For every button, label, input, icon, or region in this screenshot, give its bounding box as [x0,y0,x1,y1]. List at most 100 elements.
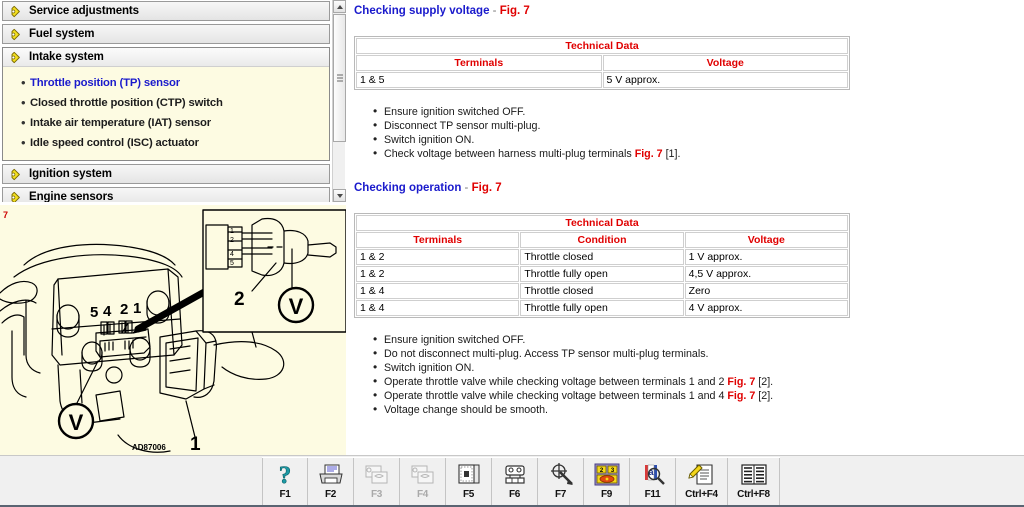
toolbar-button-f6[interactable]: F6 [492,458,538,505]
figure-number-label: 7 [3,210,8,220]
nav-group-body: •Throttle position (TP) sensor•Closed th… [3,66,329,160]
next-image-icon [409,462,437,487]
toolbar-button-label: F6 [509,489,520,500]
svg-text:2: 2 [120,301,128,318]
table-header-row: TerminalsVoltage [356,55,848,71]
svg-text:1: 1 [133,300,141,317]
section-heading-figure: Fig. 7 [472,182,502,194]
nav-group-label: Service adjustments [29,5,139,17]
toolbar-button-ctrl-f8[interactable]: Ctrl+F8 [728,458,780,505]
toolbar-icon-wrapper [739,461,769,488]
toolbar-button-f2[interactable]: F2 [308,458,354,505]
nav-group-fuel-system[interactable]: Fuel system [2,24,330,44]
table-caption: Technical Data [356,215,848,231]
navigation-tree[interactable]: Service adjustments Fuel system Intake sys… [0,0,346,202]
nav-group-header[interactable]: Engine sensors [3,188,329,202]
procedure-step: Operate throttle valve while checking vo… [384,376,1016,389]
toolbar-button-f5[interactable]: F5 [446,458,492,505]
nav-group-header[interactable]: Service adjustments [3,2,329,20]
figure-reference-link[interactable]: Fig. 7 [727,390,755,402]
step-text: Ensure ignition switched OFF. [384,106,525,118]
toolbar-button-f9[interactable]: 23F9 [584,458,630,505]
toolbar-icon-wrapper [687,461,717,488]
section-checking-supply-voltage: Checking supply voltage - Fig. 7 Technic… [354,5,1016,161]
color-images-icon: 23 [593,462,621,487]
callout-numbers: 5 4 2 1 [90,300,141,321]
nav-group-intake-system[interactable]: Intake system•Throttle position (TP) sen… [2,47,330,161]
toolbar-button-f1[interactable]: ?F1 [262,458,308,505]
nav-item-idle-speed-control-isc-actuator[interactable]: •Idle speed control (ISC) actuator [3,133,329,153]
toolbar-button-f11[interactable]: aF11 [630,458,676,505]
bullet-icon: • [21,73,30,92]
scrollbar-thumb[interactable] [333,14,346,142]
section-heading-title: Checking operation [354,182,461,194]
toolbar-button-label: Ctrl+F4 [685,489,718,500]
table-cell: 4 V approx. [685,300,848,316]
section-heading-dash: - [461,182,471,194]
table-row: 1 & 55 V approx. [356,72,848,88]
voltmeter-symbol-main: V [59,404,93,438]
bullet-icon: • [21,113,30,132]
help-question-icon: ? [271,462,299,487]
step-text-tail: [1]. [663,148,681,160]
table-cell: Throttle closed [520,283,683,299]
table-cell: Throttle fully open [520,266,683,282]
svg-text:V: V [69,410,84,435]
navigation-scrollbar[interactable] [332,0,345,202]
illustration-drawing: 5 4 2 1 1 2 4 5 2 1 [0,205,346,455]
nav-item-throttle-position-tp-sensor[interactable]: •Throttle position (TP) sensor [3,73,329,93]
procedure-step: Check voltage between harness multi-plug… [384,148,1016,161]
illustration-code-label: AD87006 [132,443,166,452]
nav-group-service-adjustments[interactable]: Service adjustments [2,1,330,21]
left-column: Service adjustments Fuel system Intake sys… [0,0,346,455]
nav-group-header[interactable]: Fuel system [3,25,329,43]
table-row: 1 & 2Throttle closed1 V approx. [356,249,848,265]
scroll-down-button[interactable] [333,189,346,202]
yellow-diamond-icon [9,51,22,64]
content-pane: Checking supply voltage - Fig. 7 Technic… [346,0,1024,455]
nav-group-engine-sensors[interactable]: Engine sensors [2,187,330,202]
toolbar-button-ctrl-f4[interactable]: Ctrl+F4 [676,458,728,505]
procedure-step: Ensure ignition switched OFF. [384,106,1016,119]
toolbar-button-label: F2 [325,489,336,500]
nav-group-ignition-system[interactable]: Ignition system [2,164,330,184]
table-cell: 5 V approx. [603,72,849,88]
procedure-step: Disconnect TP sensor multi-plug. [384,120,1016,133]
nav-group-header[interactable]: Intake system [3,48,329,66]
nav-item-intake-air-temperature-iat-sensor[interactable]: •Intake air temperature (IAT) sensor [3,113,329,133]
scroll-up-button[interactable] [333,0,346,13]
table-column-header: Voltage [603,55,849,71]
table-cell: Throttle closed [520,249,683,265]
table-column-header: Condition [520,232,683,248]
bullet-icon: • [21,93,30,112]
procedure-steps-2: Ensure ignition switched OFF.Do not disc… [354,334,1016,417]
svg-text:4: 4 [103,303,112,320]
nav-item-label: Throttle position (TP) sensor [30,73,180,93]
nav-group-label: Ignition system [29,168,112,180]
toolbar-icon-wrapper [408,461,438,488]
toolbar-button-label: F11 [645,489,661,500]
table-caption-row: Technical Data [356,215,848,231]
nav-group-header[interactable]: Ignition system [3,165,329,183]
target-pointer-icon [547,462,575,487]
toolbar-icon-wrapper [362,461,392,488]
nav-item-closed-throttle-position-ctp-switch[interactable]: •Closed throttle position (CTP) switch [3,93,329,113]
table-caption-row: Technical Data [356,38,848,54]
figure-reference-link[interactable]: Fig. 7 [727,376,755,388]
step-text: Do not disconnect multi-plug. Access TP … [384,348,709,360]
technical-illustration[interactable]: 7 [0,205,346,455]
step-text: Operate throttle valve while checking vo… [384,390,727,402]
function-key-toolbar[interactable]: ?F1F2F3F4F5F6F723F9aF11Ctrl+F4Ctrl+F8 [262,457,780,505]
nav-group-label: Fuel system [29,28,94,40]
toolbar-button-f3: F3 [354,458,400,505]
toolbar-button-label: F7 [555,489,566,500]
step-text: Disconnect TP sensor multi-plug. [384,120,540,132]
figure-reference-link[interactable]: Fig. 7 [635,148,663,160]
toolbar-button-label: F9 [601,489,612,500]
toolbar-button-f7[interactable]: F7 [538,458,584,505]
technical-data-table-wrapper-2: Technical DataTerminalsConditionVoltage1… [354,213,1016,318]
toolbar-icon-wrapper [546,461,576,488]
callout-1-label: 1 [190,434,201,455]
previous-image-icon [363,462,391,487]
svg-text:?: ? [279,462,292,487]
